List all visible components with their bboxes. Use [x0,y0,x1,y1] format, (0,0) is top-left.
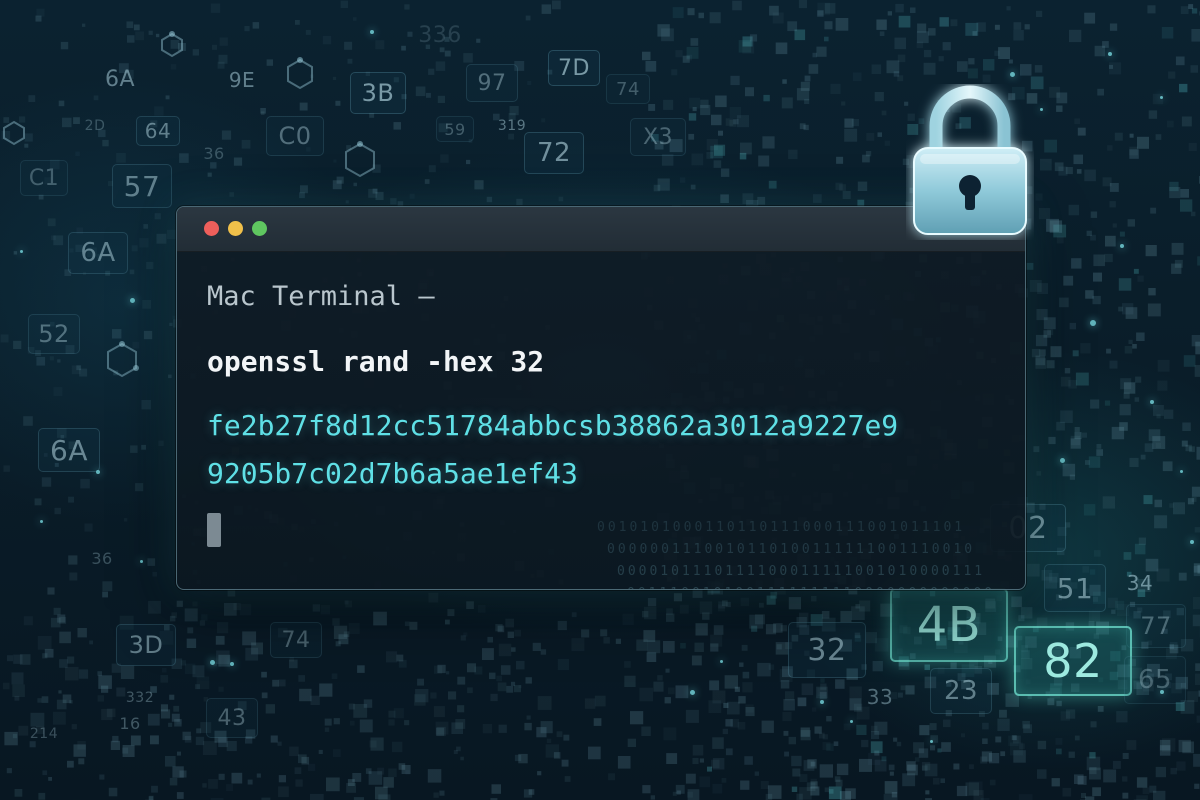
glow-dot [40,520,43,523]
glow-dot [690,690,695,695]
glow-dot [140,560,143,563]
glow-dot [210,660,215,665]
terminal-heading: Mac Terminal — [207,281,435,312]
padlock-icon [913,85,1027,235]
glow-dot [1150,400,1154,404]
glow-dot [820,700,824,704]
terminal-window[interactable]: 0010101000110110111000111001011101 000000… [176,206,1026,590]
glow-dot [930,740,933,743]
terminal-output-line-1: fe2b27f8d12cc51784abbcsb38862a3012a9227e… [207,409,899,442]
glow-dot [370,30,374,34]
terminal-body[interactable]: 0010101000110110111000111001011101 000000… [177,251,1025,589]
zoom-button[interactable] [252,221,267,236]
glow-dot [130,298,135,303]
glow-dot [1180,470,1183,473]
minimize-button[interactable] [228,221,243,236]
glow-dot [230,662,234,666]
glow-dot [1060,458,1065,463]
glow-dot [1190,540,1194,544]
glow-dot [720,660,723,663]
glow-dot [1160,690,1164,694]
glow-dot [1090,320,1096,326]
glow-dot [20,250,23,253]
glow-dot [1160,96,1163,99]
svg-text:000010111011110001111100101000: 0000101110111100011111001010000111 [617,564,985,579]
svg-text:000000111001011010011111100111: 0000001110010110100111111001110010 [607,542,975,557]
terminal-command: openssl rand -hex 32 [207,345,545,378]
terminal-titlebar[interactable] [177,207,1025,252]
terminal-cursor [207,513,221,547]
glow-dot [850,720,853,723]
svg-text:001110010100111111111000000000: 0011100101001111111110000000000000 [627,586,995,589]
glow-dot [1108,52,1112,56]
glow-dot [1040,108,1043,111]
wallpaper-scene: 6A 9E 3B 97 7D 74 336 2D 64 C0 59 319 72 X3 C1 57 36 6A 52… [0,0,1200,800]
glow-dot [1010,72,1015,77]
close-button[interactable] [204,221,219,236]
terminal-output-line-2: 9205b7c02d7b6a5ae1ef43 [207,457,578,490]
svg-text:001010100011011011100011100101: 0010101000110110111000111001011101 [597,520,965,535]
glow-dot [1120,244,1124,248]
glow-dot [96,470,100,474]
